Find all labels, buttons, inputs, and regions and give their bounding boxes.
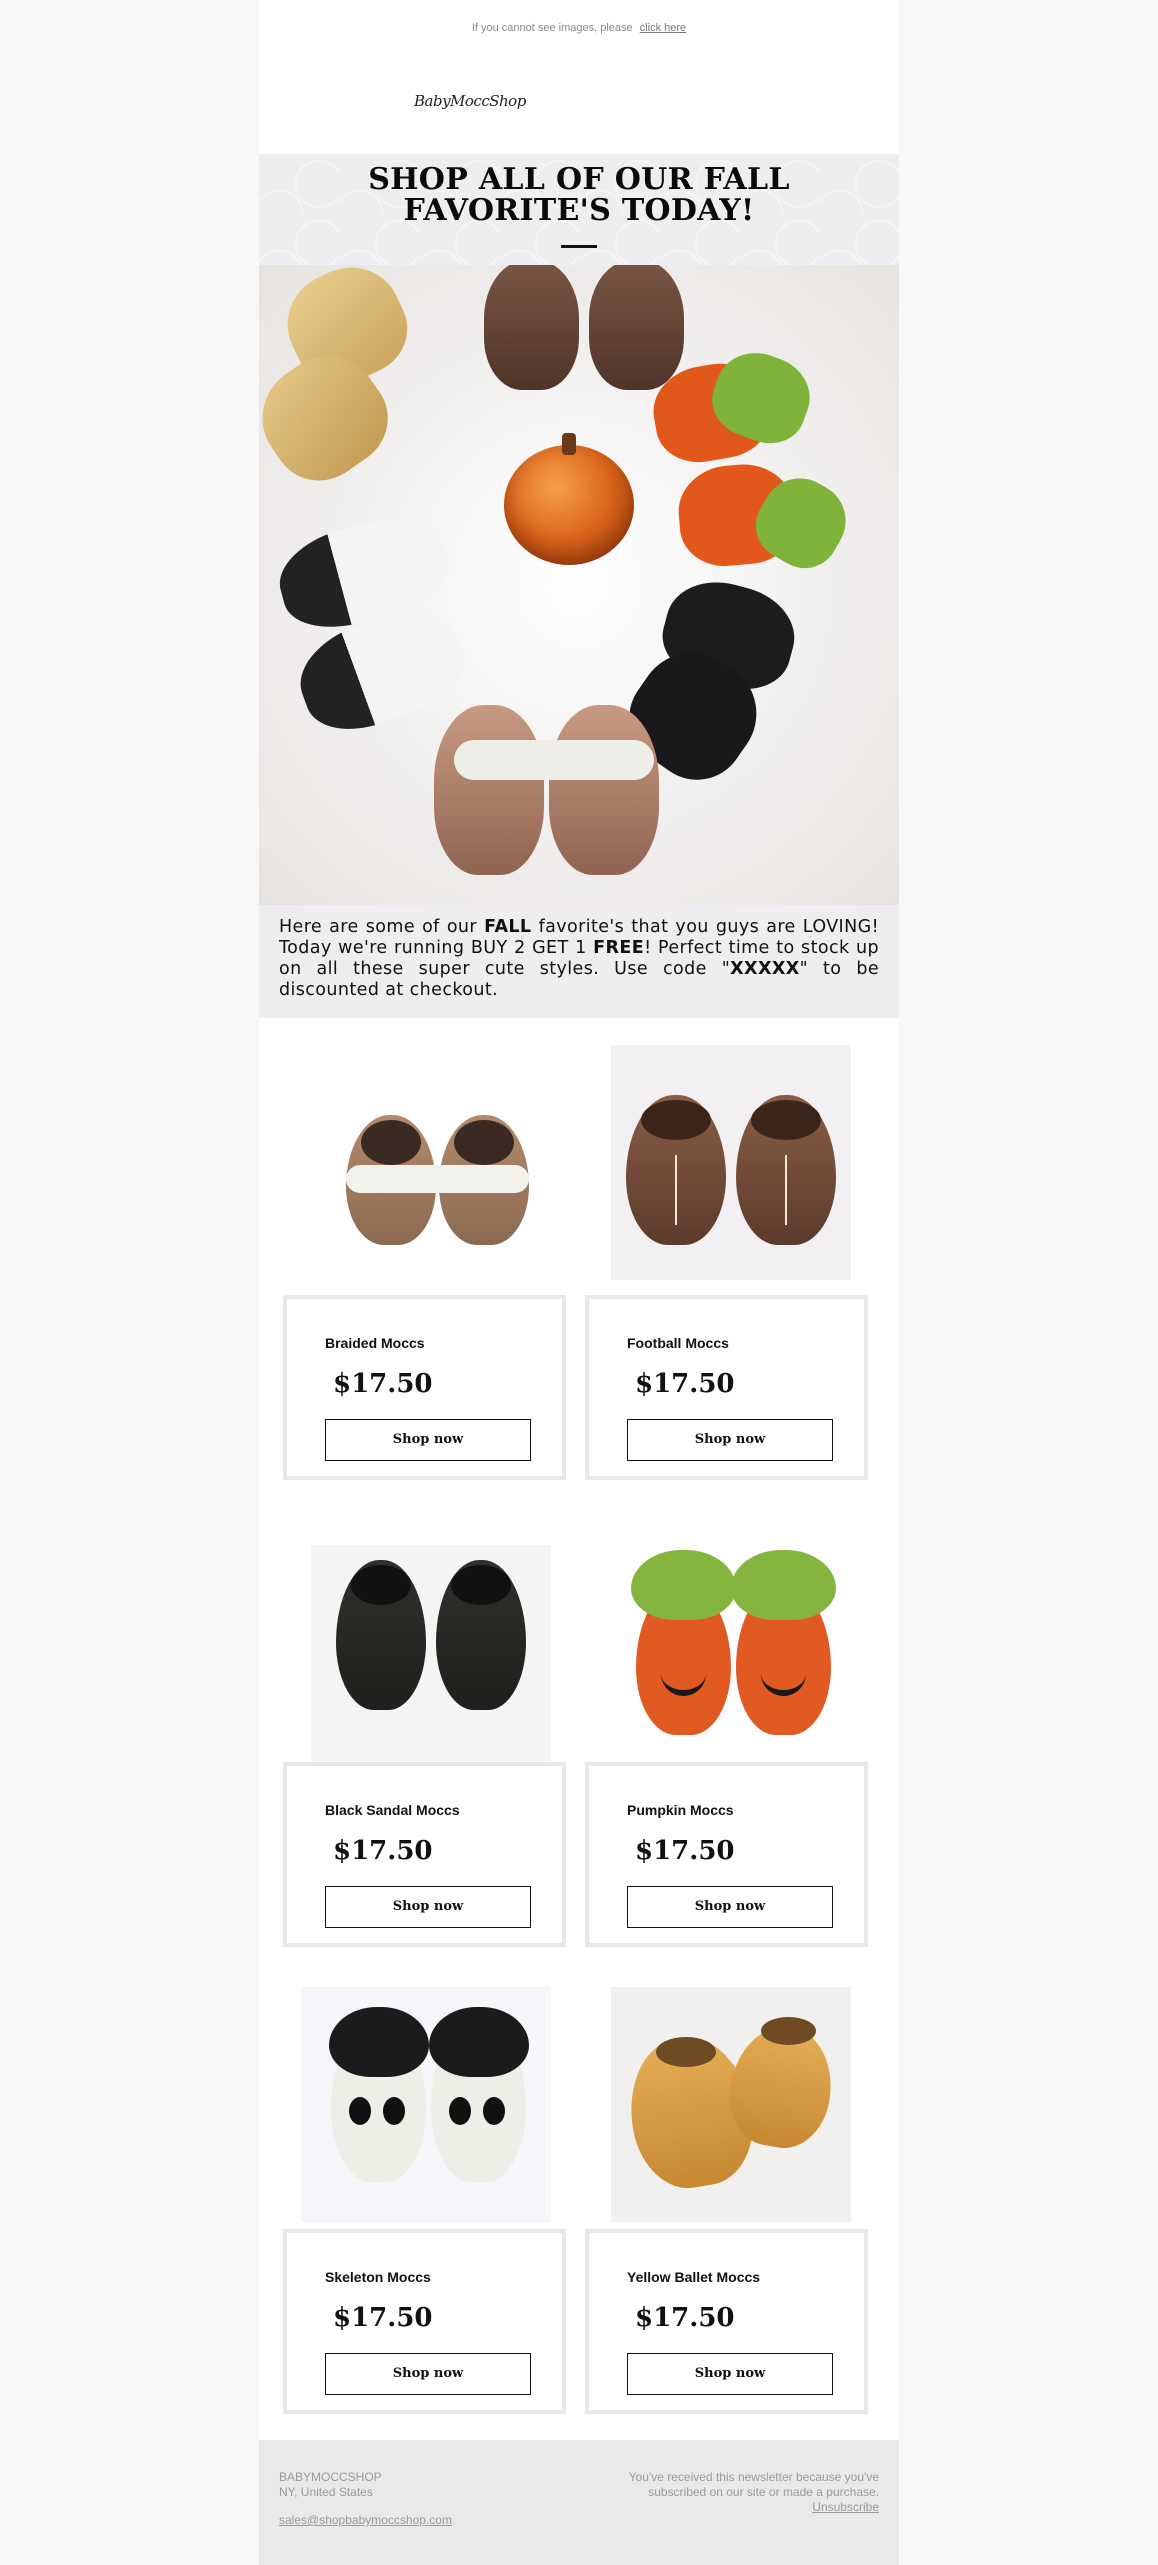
- product-image-braided[interactable]: [321, 1045, 561, 1280]
- product-price: $17.50: [635, 1369, 735, 1399]
- preheader-text: If you cannot see images, please: [471, 22, 633, 34]
- footer-address: BABYMOCCSHOP NY, United States sales@sho…: [279, 2470, 452, 2528]
- shop-now-button[interactable]: Shop now: [325, 1419, 531, 1461]
- product-card: Braided Moccs $17.50 Shop now: [283, 1295, 566, 1480]
- product-name: Braided Moccs: [325, 1335, 425, 1351]
- view-online-link[interactable]: click here: [640, 22, 686, 34]
- product-image-pumpkin[interactable]: [611, 1545, 851, 1780]
- footer-notice-text: You've received this newsletter because …: [628, 2470, 879, 2499]
- product-card: Yellow Ballet Moccs $17.50 Shop now: [585, 2229, 868, 2414]
- intro-bold-code: XXXXX: [730, 959, 800, 979]
- product-name: Pumpkin Moccs: [627, 1802, 734, 1818]
- footer-notice: You've received this newsletter because …: [579, 2470, 879, 2515]
- product-name: Black Sandal Moccs: [325, 1802, 460, 1818]
- product-price: $17.50: [635, 2303, 735, 2333]
- shop-now-button[interactable]: Shop now: [627, 1419, 833, 1461]
- shop-now-button[interactable]: Shop now: [325, 1886, 531, 1928]
- product-card: Black Sandal Moccs $17.50 Shop now: [283, 1762, 566, 1947]
- product-image-yellow-ballet[interactable]: [611, 1987, 851, 2222]
- product-card: Skeleton Moccs $17.50 Shop now: [283, 2229, 566, 2414]
- hero-image[interactable]: [259, 265, 899, 905]
- product-name: Yellow Ballet Moccs: [627, 2269, 761, 2285]
- product-card: Pumpkin Moccs $17.50 Shop now: [585, 1762, 868, 1947]
- product-image-football[interactable]: [611, 1045, 851, 1280]
- product-price: $17.50: [333, 1836, 433, 1866]
- pumpkin-stem: [562, 433, 576, 455]
- footer: BABYMOCCSHOP NY, United States sales@sho…: [259, 2440, 899, 2565]
- email-container: If you cannot see images, please click h…: [259, 0, 899, 2565]
- hero-title: SHOP ALL OF OUR FALL FAVORITE'S TODAY!: [368, 162, 790, 228]
- product-name: Football Moccs: [627, 1335, 729, 1351]
- shop-now-button[interactable]: Shop now: [325, 2353, 531, 2395]
- unsubscribe-link[interactable]: Unsubscribe: [812, 2500, 879, 2514]
- product-image-skeleton[interactable]: [301, 1987, 551, 2222]
- intro-part-1: Here are some of our: [279, 917, 485, 937]
- shop-now-button[interactable]: Shop now: [627, 1886, 833, 1928]
- product-price: $17.50: [333, 1369, 433, 1399]
- hero-divider: [561, 245, 597, 248]
- intro-bold-fall: FALL: [484, 917, 532, 937]
- product-card: Football Moccs $17.50 Shop now: [585, 1295, 868, 1480]
- footer-company: BABYMOCCSHOP: [279, 2470, 382, 2484]
- product-image-black-sandal[interactable]: [311, 1545, 551, 1780]
- intro-bold-free: FREE: [593, 938, 645, 958]
- footer-email-link[interactable]: sales@shopbabymoccshop.com: [279, 2513, 452, 2528]
- preheader: If you cannot see images, please click h…: [259, 22, 899, 34]
- shop-now-button[interactable]: Shop now: [627, 2353, 833, 2395]
- pumpkin-decoration: [504, 445, 634, 565]
- brand-logo[interactable]: BabyMoccShop: [414, 92, 526, 122]
- product-price: $17.50: [635, 1836, 735, 1866]
- intro-text: Here are some of our FALL favorite's tha…: [279, 917, 879, 1001]
- product-name: Skeleton Moccs: [325, 2269, 431, 2285]
- footer-location: NY, United States: [279, 2485, 373, 2499]
- product-price: $17.50: [333, 2303, 433, 2333]
